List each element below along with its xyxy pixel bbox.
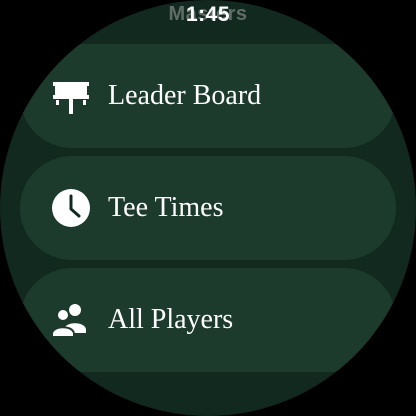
- menu-item-leader-board[interactable]: Leader Board: [20, 44, 396, 148]
- menu-item-label: All Players: [108, 304, 234, 335]
- menu-item-tee-times[interactable]: Tee Times: [20, 156, 396, 260]
- status-time: 1:45: [185, 3, 231, 26]
- clock-icon: [52, 189, 90, 227]
- menu-item-all-players[interactable]: All Players: [20, 268, 396, 372]
- menu-item-label: Leader Board: [108, 80, 262, 111]
- players-icon: [51, 304, 86, 338]
- menu-item-label: Tee Times: [108, 192, 224, 223]
- watch-screen: Masters 1:45 Leader Board Tee Times All …: [0, 0, 416, 416]
- leaderboard-icon: [53, 82, 89, 114]
